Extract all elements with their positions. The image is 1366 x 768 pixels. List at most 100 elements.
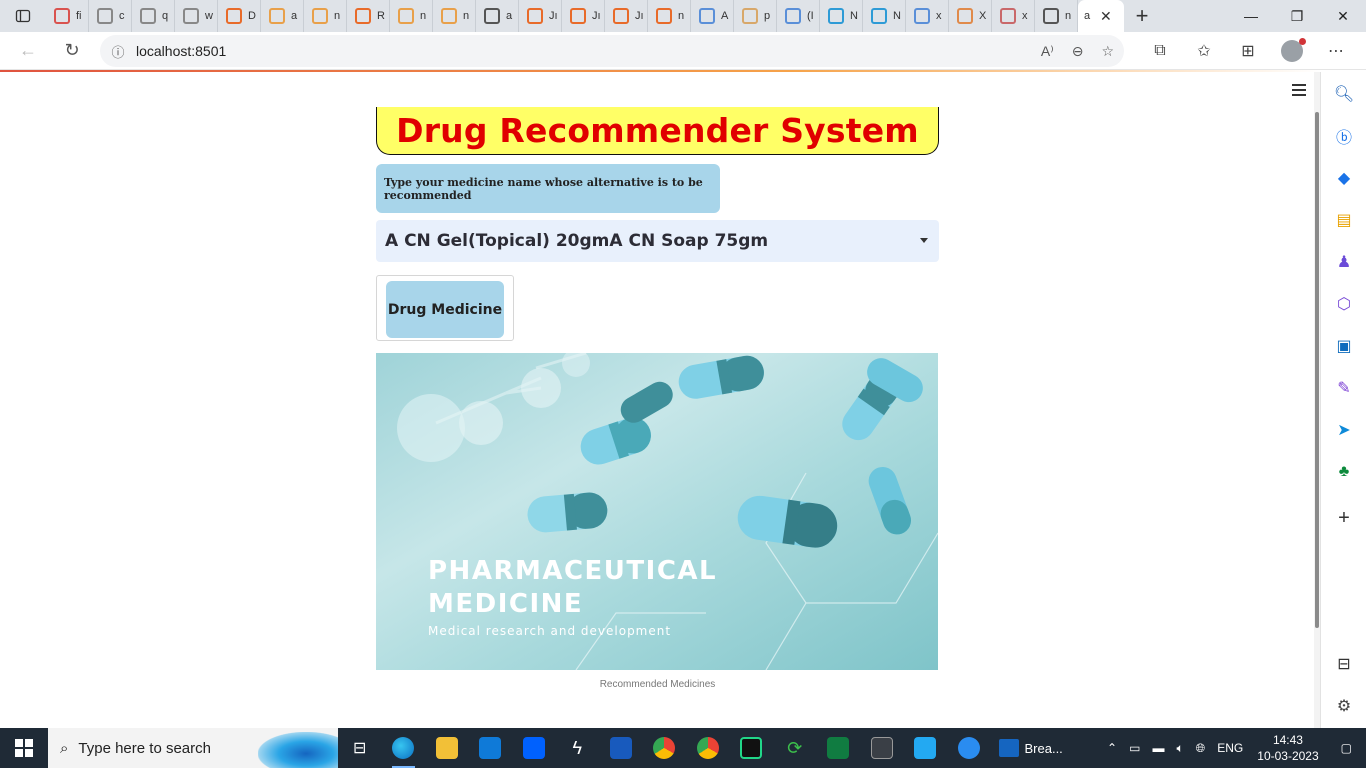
back-button[interactable]: ← [8,32,48,70]
mail-icon[interactable] [469,728,513,768]
more-menu-icon[interactable]: ⋯ [1314,32,1358,70]
tab-active[interactable]: a ✕ [1078,0,1124,32]
tab-title: a [506,10,513,22]
tab-title: n [334,10,341,22]
settings-gear-icon[interactable]: ⚙ [1334,696,1354,716]
start-button[interactable] [0,728,48,768]
browser-tab[interactable]: Jı [605,0,648,32]
drug-medicine-button[interactable]: Drug Medicine [386,281,504,338]
refresh-app-icon[interactable]: ⟳ [773,728,817,768]
tab-title: D [248,10,256,22]
file-explorer-icon[interactable] [425,728,469,768]
designer-icon[interactable]: ✎ [1334,378,1354,398]
search-icon[interactable]: 🔍︎ [1334,84,1354,104]
zoom-out-icon[interactable]: ⊖ [1072,43,1084,60]
read-aloud-icon[interactable]: A⁾ [1041,43,1054,60]
favorites-icon[interactable]: ✩ [1182,32,1226,70]
clock[interactable]: 14:43 10-03-2023 [1249,732,1326,764]
browser-tab[interactable]: n [390,0,433,32]
terminal-icon[interactable] [860,728,904,768]
word-icon[interactable] [599,728,643,768]
browser-tab[interactable]: N [820,0,863,32]
browser-tab[interactable]: q [132,0,175,32]
browser-tab[interactable]: a [476,0,519,32]
edge-taskbar-icon[interactable] [382,728,426,768]
browser-tab[interactable]: n [433,0,476,32]
browser-tab[interactable]: Jı [519,0,562,32]
browser-tab[interactable]: a [261,0,304,32]
tools-icon[interactable]: ▤ [1334,210,1354,230]
vscode-icon[interactable] [904,728,948,768]
browser-tab[interactable]: A [691,0,734,32]
browser-tab[interactable]: (I [777,0,820,32]
minimize-button[interactable]: — [1228,0,1274,32]
browser-tab[interactable]: x [992,0,1035,32]
edge-sidebar: 🔍︎ ⓑ ◆ ▤ ♟ ⬡ ▣ ✎ ➤ ♣ + ⊟ ⚙ [1320,72,1366,728]
scrollbar-thumb[interactable] [1315,112,1319,628]
excel-icon[interactable] [817,728,861,768]
notifications-icon[interactable]: ▢ [1327,741,1366,755]
tab-title: (I [807,10,814,22]
chrome-icon[interactable] [643,728,687,768]
address-bar[interactable]: ⓘ localhost:8501 A⁾ ⊖ ☆ [100,35,1124,67]
lightning-app-icon[interactable]: ϟ [556,728,600,768]
chevron-down-icon[interactable] [920,238,928,243]
restore-button[interactable]: ❐ [1274,0,1320,32]
streamlit-page: Drug Recommender System Type your medici… [0,72,1320,728]
news-icon [998,739,1019,757]
browser-tab[interactable]: n [648,0,691,32]
chevron-up-icon[interactable]: ⌃ [1101,741,1123,755]
close-tab-icon[interactable]: ✕ [1100,8,1112,25]
task-view-icon[interactable]: ⊟ [338,728,382,768]
browser-tab[interactable]: x [906,0,949,32]
profile-button[interactable] [1270,32,1314,70]
tab-favicon-icon [484,8,500,24]
chrome-profile-icon[interactable] [686,728,730,768]
tree-icon[interactable]: ♣ [1334,462,1354,482]
browser-tab[interactable]: Jı [562,0,605,32]
dropbox-icon[interactable] [512,728,556,768]
clock-date: 10-03-2023 [1257,749,1319,763]
tab-favicon-icon [699,8,715,24]
language-indicator[interactable]: ENG [1211,741,1249,755]
browser-tab[interactable]: n [304,0,347,32]
tab-title: a [291,10,298,22]
browser-tab[interactable]: p [734,0,777,32]
tab-title: n [420,10,427,22]
help-icon[interactable] [947,728,991,768]
info-icon[interactable]: ⓘ [100,42,136,61]
bing-chat-icon[interactable]: ⓑ [1334,126,1354,147]
extensions-icon[interactable]: ⧉ [1138,32,1182,70]
news-widget[interactable]: Brea... [991,739,1071,757]
browser-tab[interactable]: w [175,0,218,32]
refresh-button[interactable]: ↻ [52,32,92,70]
new-tab-button[interactable]: + [1124,0,1160,32]
close-window-button[interactable]: ✕ [1320,0,1366,32]
browser-tab[interactable]: c [89,0,132,32]
browser-tab[interactable]: n [1035,0,1078,32]
browser-tab[interactable]: fi [46,0,89,32]
browser-tab[interactable]: R [347,0,390,32]
pycharm-icon[interactable] [730,728,774,768]
hamburger-menu-icon[interactable] [1292,84,1306,96]
volume-icon[interactable]: 🔈︎ [1170,741,1189,756]
collections-icon[interactable]: ⊞ [1226,32,1270,70]
battery-icon[interactable]: ▬ [1146,741,1170,755]
send-icon[interactable]: ➤ [1334,420,1354,440]
browser-tab[interactable]: D [218,0,261,32]
games-icon[interactable]: ♟ [1334,252,1354,272]
taskbar-search-box[interactable]: ⌕ Type here to search [48,728,338,768]
shopping-tag-icon[interactable]: ◆ [1334,168,1354,188]
medicine-select[interactable]: A CN Gel(Topical) 20gmA CN Soap 75gm [376,220,939,262]
add-sidebar-app-icon[interactable]: + [1334,507,1354,529]
tab-actions-button[interactable] [0,0,46,32]
hide-sidebar-icon[interactable]: ⊟ [1334,654,1354,674]
microsoft-365-icon[interactable]: ⬡ [1334,294,1354,314]
browser-tab[interactable]: X [949,0,992,32]
network-icon[interactable]: 🌐︎ [1190,741,1212,756]
outlook-icon[interactable]: ▣ [1334,336,1354,356]
meet-now-icon[interactable]: ▭ [1123,741,1146,755]
add-favorite-icon[interactable]: ☆ [1101,43,1114,60]
browser-tab[interactable]: N [863,0,906,32]
banner-title: PHARMACEUTICAL MEDICINE [428,555,717,621]
